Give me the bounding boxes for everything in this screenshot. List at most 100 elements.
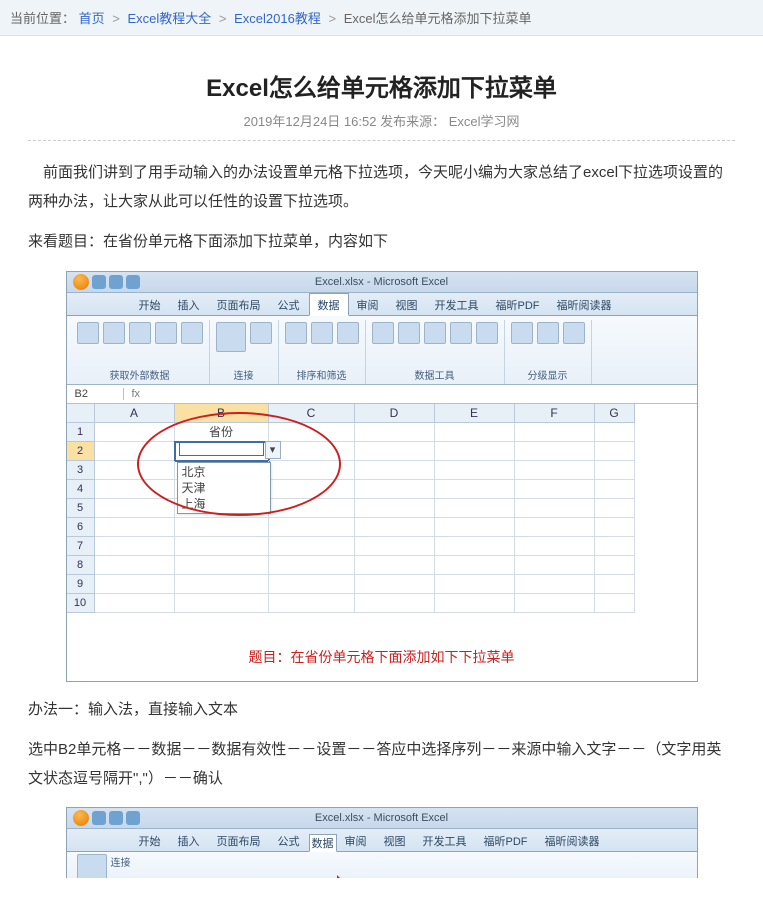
cell <box>355 575 435 594</box>
ribbon-tab-active: 数据 <box>309 293 349 316</box>
cell <box>269 442 355 461</box>
cell <box>435 518 515 537</box>
ribbon-group-sort-filter: 排序和筛选 <box>279 320 366 384</box>
cell <box>435 575 515 594</box>
cell <box>175 442 269 461</box>
col-header: A <box>95 404 175 423</box>
group-icon <box>511 322 533 344</box>
window-title: Excel.xlsx - Microsoft Excel <box>315 812 448 824</box>
cell <box>515 442 595 461</box>
ribbon-tab: 视图 <box>388 294 427 315</box>
access-icon <box>77 322 99 344</box>
cell <box>175 594 269 613</box>
ribbon-group-outline: 分级显示 <box>505 320 592 384</box>
cell <box>515 499 595 518</box>
paragraph: 办法一：输入法，直接输入文本 <box>28 696 735 725</box>
meta-source-name: Excel学习网 <box>449 114 520 129</box>
cell <box>435 537 515 556</box>
row-header: 2 <box>67 442 95 461</box>
ribbon-group-data-tools: 数据工具 <box>366 320 505 384</box>
qat-redo-icon <box>126 811 140 825</box>
breadcrumb-current: Excel怎么给单元格添加下拉菜单 <box>344 11 532 26</box>
office-orb-icon <box>73 274 89 290</box>
cell <box>175 556 269 575</box>
cell <box>95 480 175 499</box>
col-header: G <box>595 404 635 423</box>
ribbon-tab: 插入 <box>170 830 209 851</box>
excel-screenshot-2: Excel.xlsx - Microsoft Excel 开始 插入 页面布局 … <box>66 807 698 878</box>
cell <box>355 499 435 518</box>
cell <box>355 556 435 575</box>
qat-save-icon <box>92 811 106 825</box>
text-to-cols-icon <box>372 322 394 344</box>
ribbon: 连接 <box>67 852 697 878</box>
breadcrumb-link-1[interactable]: Excel教程大全 <box>128 11 212 26</box>
cell <box>355 423 435 442</box>
cell <box>355 442 435 461</box>
cell <box>269 537 355 556</box>
cell <box>515 575 595 594</box>
col-header: F <box>515 404 595 423</box>
ribbon-tab: 页面布局 <box>209 294 270 315</box>
ribbon-tab: 福昕阅读器 <box>537 830 609 851</box>
consolidate-icon <box>450 322 472 344</box>
cell <box>269 518 355 537</box>
ribbon-tabs: 开始 插入 页面布局 公式 数据 审阅 视图 开发工具 福昕PDF 福昕阅读器 <box>67 829 697 852</box>
breadcrumb: 当前位置： 首页 > Excel教程大全 > Excel2016教程 > Exc… <box>0 0 763 36</box>
cell <box>355 537 435 556</box>
ungroup-icon <box>537 322 559 344</box>
cell <box>595 423 635 442</box>
col-header: B <box>175 404 269 423</box>
name-box: B2 <box>67 388 124 400</box>
ribbon-tab: 开发工具 <box>427 294 488 315</box>
dropdown-item: 天津 <box>178 480 270 496</box>
cell <box>595 461 635 480</box>
row-header: 10 <box>67 594 95 613</box>
cell <box>515 518 595 537</box>
cell <box>95 537 175 556</box>
cell <box>269 461 355 480</box>
breadcrumb-sep: > <box>328 11 336 26</box>
breadcrumb-sep: > <box>219 11 227 26</box>
cell <box>595 442 635 461</box>
ribbon-group-connections: 连接 <box>210 320 279 384</box>
cell <box>595 480 635 499</box>
cell <box>95 461 175 480</box>
refresh-icon <box>216 322 246 352</box>
cell <box>515 480 595 499</box>
breadcrumb-link-home[interactable]: 首页 <box>79 11 105 26</box>
cell <box>355 480 435 499</box>
cell <box>595 556 635 575</box>
page-title: Excel怎么给单元格添加下拉菜单 <box>28 68 735 103</box>
web-icon <box>103 322 125 344</box>
dropdown-control <box>179 442 264 456</box>
col-header: C <box>269 404 355 423</box>
cell <box>269 575 355 594</box>
cell <box>355 461 435 480</box>
breadcrumb-link-2[interactable]: Excel2016教程 <box>234 11 321 26</box>
figure-caption: 题目：在省份单元格下面添加如下下拉菜单 <box>67 641 697 681</box>
window-titlebar: Excel.xlsx - Microsoft Excel <box>67 272 697 293</box>
ribbon-tab: 审阅 <box>349 294 388 315</box>
what-if-icon <box>476 322 498 344</box>
cell <box>269 423 355 442</box>
cell <box>355 518 435 537</box>
cell <box>269 499 355 518</box>
cell <box>435 423 515 442</box>
cell <box>355 594 435 613</box>
paragraph: 选中B2单元格－－数据－－数据有效性－－设置－－答应中选择序列－－来源中输入文字… <box>28 736 735 793</box>
cell <box>515 461 595 480</box>
ribbon-tab: 公式 <box>270 294 309 315</box>
remove-dup-icon <box>398 322 420 344</box>
ribbon-tab: 视图 <box>376 830 415 851</box>
window-title: Excel.xlsx - Microsoft Excel <box>315 276 448 288</box>
window-titlebar: Excel.xlsx - Microsoft Excel <box>67 808 697 829</box>
worksheet-grid: ABCDEFG1省份2345678910北京天津上海 <box>67 404 697 613</box>
cell <box>435 556 515 575</box>
filter-icon <box>311 322 333 344</box>
ribbon-tab: 公式 <box>270 830 309 851</box>
connections-icon <box>250 322 272 344</box>
qat-redo-icon <box>126 275 140 289</box>
qat-save-icon <box>92 275 106 289</box>
ribbon-tab: 福昕PDF <box>488 294 549 315</box>
